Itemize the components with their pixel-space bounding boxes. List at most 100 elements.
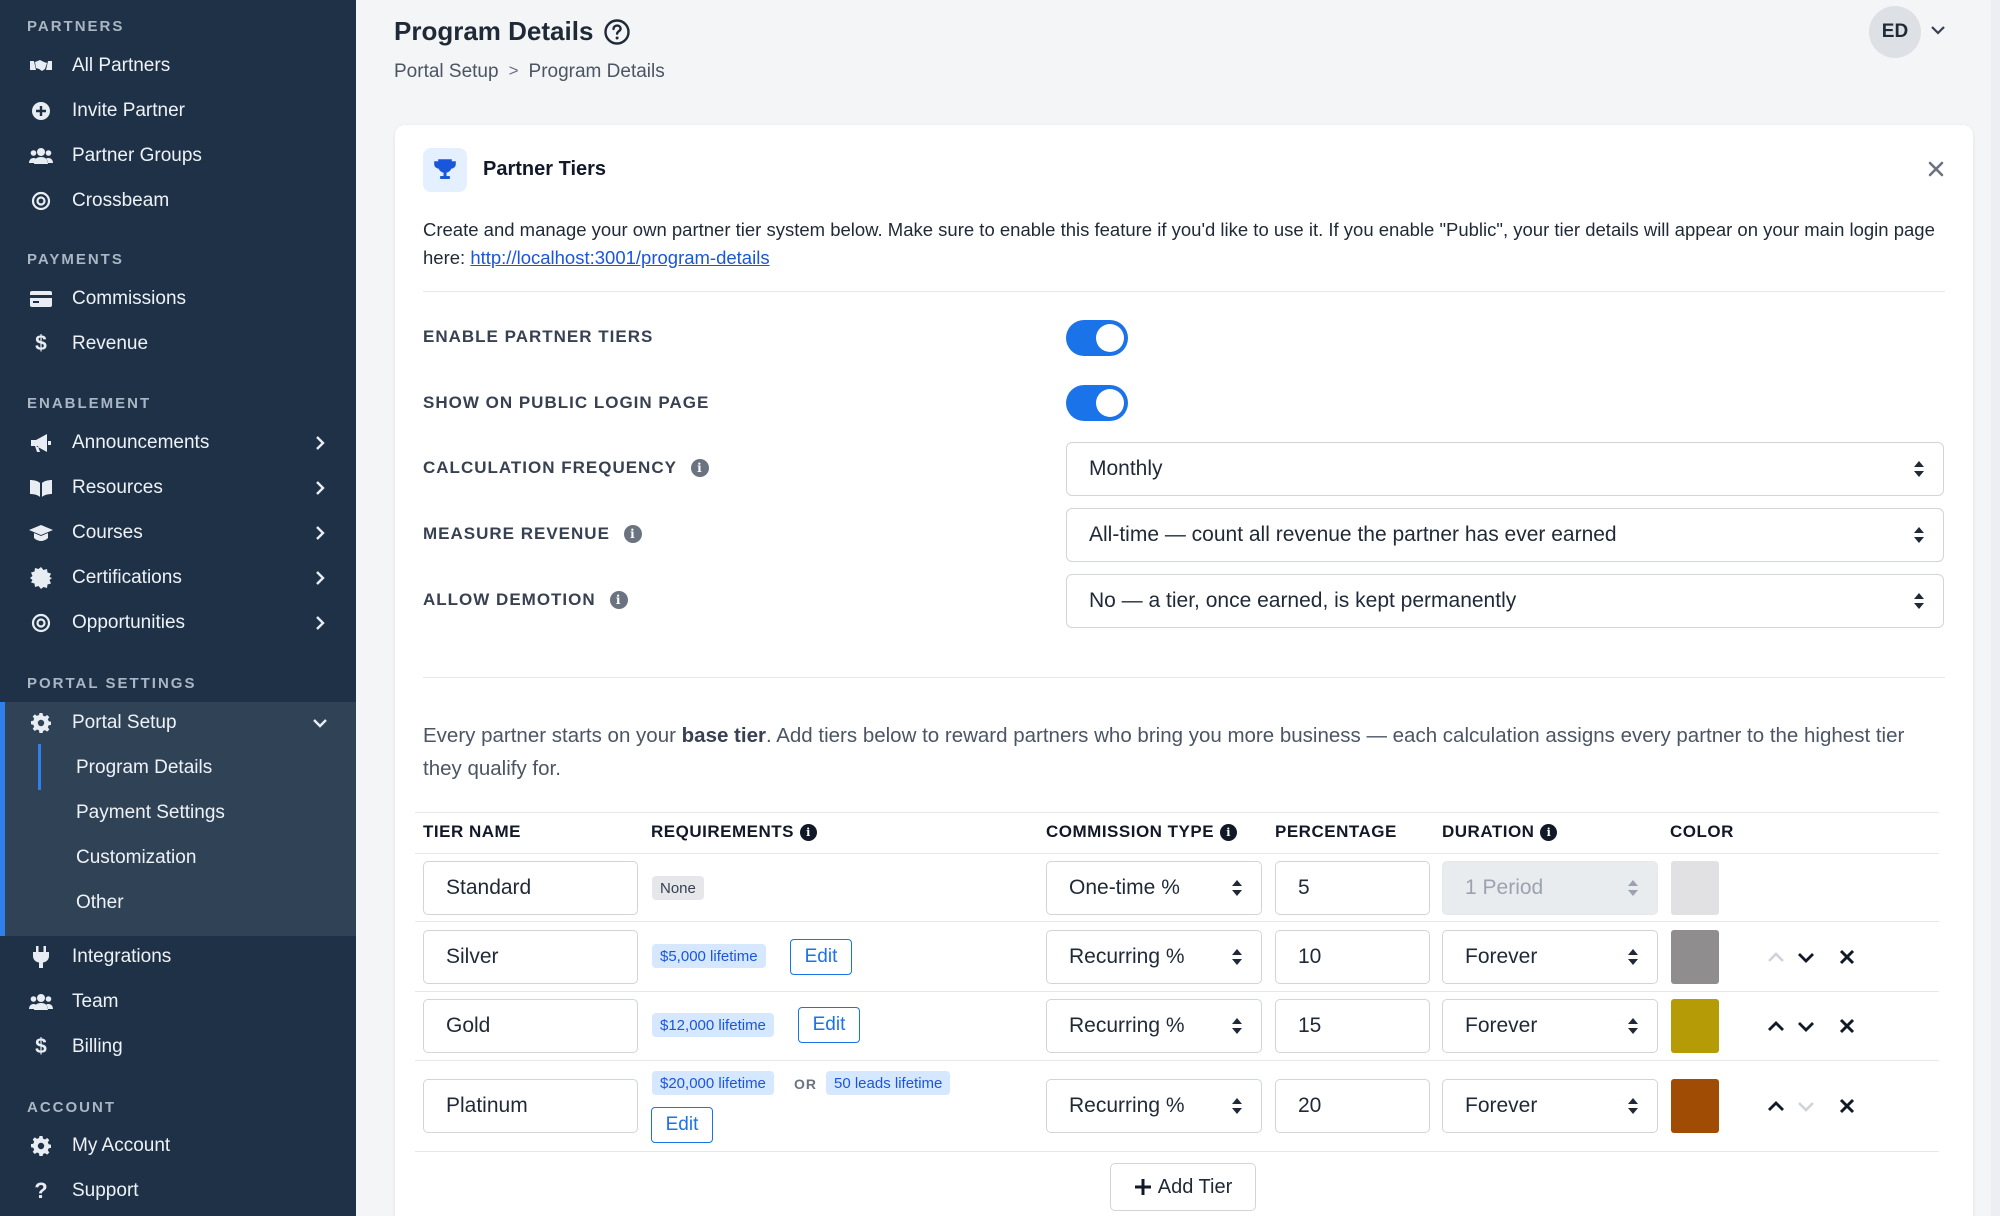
measure-revenue-select[interactable]: All-time — count all revenue the partner… [1066,508,1944,562]
sidebar-item-my-account[interactable]: My Account [0,1124,356,1168]
allow-demotion-select[interactable]: No — a tier, once earned, is kept perman… [1066,574,1944,628]
graduation-cap-icon [29,521,53,545]
tier-name-input[interactable]: Gold [423,999,638,1053]
sidebar-item-team[interactable]: Team [0,980,356,1024]
or-separator: OR [794,1076,817,1092]
header-text: PERCENTAGE [1275,822,1397,841]
label-text: MEASURE REVENUE [423,524,610,543]
select-value: All-time — count all revenue the partner… [1089,523,1617,546]
section-title-partners: PARTNERS [27,18,125,35]
sidebar-item-revenue[interactable]: $ Revenue [0,322,356,366]
delete-icon[interactable] [1836,1015,1858,1037]
add-tier-button[interactable]: Add Tier [1110,1163,1256,1211]
sidebar-item-resources[interactable]: Resources [0,466,356,510]
tier-name-input[interactable]: Silver [423,930,638,984]
duration-select[interactable]: Forever [1442,930,1658,984]
info-icon[interactable]: i [623,525,642,543]
select-value: One-time % [1069,876,1180,899]
page-scrollbar[interactable] [1991,0,2000,1216]
info-icon[interactable]: i [1540,823,1558,841]
chevron-up-icon[interactable] [1765,1095,1787,1117]
help-circle-icon[interactable] [603,18,631,46]
sidebar-item-label: Commissions [72,288,187,309]
color-swatch[interactable] [1671,861,1719,915]
gear-icon [29,711,53,735]
info-icon[interactable]: i [799,823,817,841]
public-login-toggle[interactable] [1066,385,1128,421]
breadcrumb-portal-setup[interactable]: Portal Setup [394,61,499,83]
tier-name-input[interactable]: Standard [423,861,638,915]
sort-arrows-icon [1232,1018,1242,1034]
chevron-down-icon[interactable] [1795,1015,1817,1037]
delete-icon[interactable] [1836,946,1858,968]
edit-requirements-button[interactable]: Edit [798,1007,860,1043]
chevron-up-icon[interactable] [1765,1015,1787,1037]
chevron-down-icon[interactable] [1928,20,1948,40]
close-icon[interactable] [1925,158,1947,180]
sidebar-item-all-partners[interactable]: All Partners [0,44,356,88]
delete-icon[interactable] [1836,1095,1858,1117]
input-value: 10 [1298,945,1322,968]
edit-requirements-button[interactable]: Edit [651,1107,713,1143]
commission-type-select[interactable]: Recurring % [1046,999,1262,1053]
header-color: COLOR [1670,822,1734,842]
commission-type-select[interactable]: One-time % [1046,861,1262,915]
sidebar-subitem-program-details[interactable]: Program Details [0,748,356,788]
sidebar-item-label: Resources [72,477,163,498]
duration-select[interactable]: Forever [1442,999,1658,1053]
color-swatch[interactable] [1671,1079,1719,1133]
sidebar-item-courses[interactable]: Courses [0,511,356,555]
sidebar-item-certifications[interactable]: Certifications [0,556,356,600]
program-details-link[interactable]: http://localhost:3001/program-details [470,247,769,268]
enable-tiers-toggle[interactable] [1066,320,1128,356]
chevron-right-icon [316,571,325,585]
sidebar-item-commissions[interactable]: Commissions [0,277,356,321]
percentage-input[interactable]: 5 [1275,861,1430,915]
sidebar-subitem-payment-settings[interactable]: Payment Settings [0,793,356,833]
sidebar-item-partner-groups[interactable]: Partner Groups [0,134,356,178]
sidebar-item-crossbeam[interactable]: Crossbeam [0,179,356,223]
duration-select[interactable]: 1 Period [1442,861,1658,915]
color-swatch[interactable] [1671,999,1719,1053]
sidebar-item-billing[interactable]: $ Billing [0,1025,356,1069]
plug-icon [29,945,53,969]
percentage-input[interactable]: 10 [1275,930,1430,984]
sidebar-item-invite-partner[interactable]: Invite Partner [0,89,356,133]
sidebar-subitem-customization[interactable]: Customization [0,838,356,878]
divider [423,677,1945,678]
sidebar-item-integrations[interactable]: Integrations [0,935,356,979]
select-value: Forever [1465,945,1538,968]
tier-name-input[interactable]: Platinum [423,1079,638,1133]
section-title-account: ACCOUNT [27,1099,116,1116]
edit-requirements-button[interactable]: Edit [790,939,852,975]
tiers-intro-text: Every partner starts on your base tier. … [423,719,1948,785]
info-icon[interactable]: i [690,459,709,477]
sidebar-item-label: Billing [72,1036,123,1057]
handshake-icon [29,54,53,78]
sidebar-item-portal-setup[interactable]: Portal Setup [0,701,356,745]
duration-select[interactable]: Forever [1442,1079,1658,1133]
sort-arrows-icon [1628,1018,1638,1034]
commission-type-select[interactable]: Recurring % [1046,930,1262,984]
commission-type-select[interactable]: Recurring % [1046,1079,1262,1133]
sidebar-item-announcements[interactable]: Announcements [0,421,356,465]
percentage-input[interactable]: 20 [1275,1079,1430,1133]
info-icon[interactable]: i [1220,823,1238,841]
certificate-icon [29,566,53,590]
avatar[interactable]: ED [1869,6,1921,58]
plus-circle-icon [29,99,53,123]
enable-tiers-label: ENABLE PARTNER TIERS [423,327,653,347]
sidebar-item-opportunities[interactable]: Opportunities [0,601,356,645]
table-top-border [415,812,1939,813]
chevron-down-icon[interactable] [1795,946,1817,968]
calculation-frequency-select[interactable]: Monthly [1066,442,1944,496]
sidebar-subitem-other[interactable]: Other [0,883,356,923]
color-swatch[interactable] [1671,930,1719,984]
table-header-border [415,853,1939,854]
info-icon[interactable]: i [609,591,628,609]
requirement-badge: $5,000 lifetime [652,944,766,968]
credit-card-icon [29,287,53,311]
percentage-input[interactable]: 15 [1275,999,1430,1053]
sidebar-item-support[interactable]: ? Support [0,1169,356,1213]
sidebar: PARTNERS All Partners Invite Partner Par… [0,0,356,1216]
